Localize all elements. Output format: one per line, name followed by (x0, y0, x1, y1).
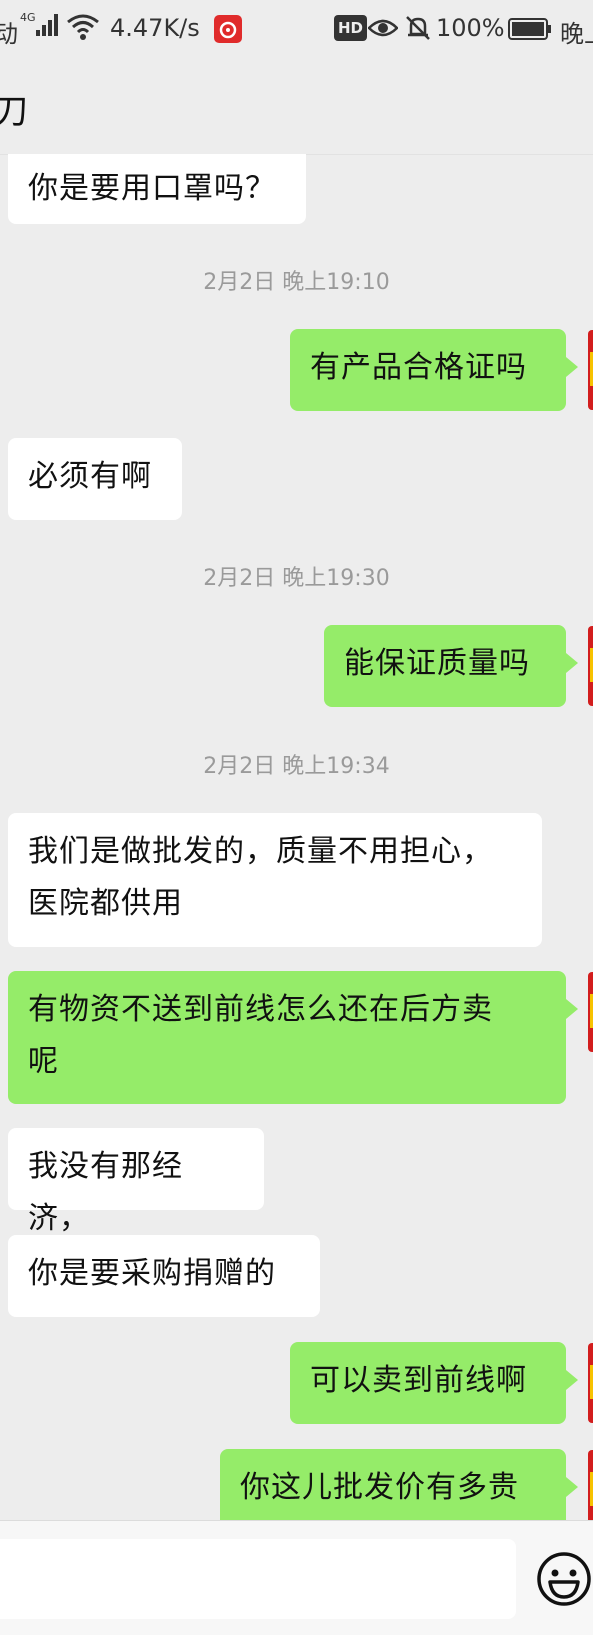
smiley-face-icon[interactable] (536, 1551, 592, 1607)
message-line: 我们是做批发的，质量不用担心， (28, 834, 493, 869)
network-speed: 4.47K/s (110, 14, 200, 42)
avatar[interactable] (588, 972, 593, 1052)
chat-title: 刀 (0, 92, 28, 132)
message-timestamp: 2月2日 晚上19:30 (203, 566, 390, 591)
battery-icon (508, 18, 552, 46)
carrier-label: 动 (0, 20, 18, 48)
network-type: 4G (20, 11, 36, 24)
eye-icon (367, 16, 399, 46)
message-incoming[interactable]: 你是要用口罩吗？ (8, 154, 306, 224)
avatar[interactable] (588, 1343, 593, 1423)
chat-header: 刀 (0, 62, 593, 155)
battery-percent: 100% (436, 14, 505, 42)
message-outgoing[interactable]: 有产品合格证吗 (290, 329, 578, 411)
message-incoming[interactable]: 你是要采购捐赠的 (8, 1235, 320, 1317)
message-timestamp: 2月2日 晚上19:34 (203, 754, 390, 779)
message-outgoing[interactable]: 能保证质量吗 (324, 625, 578, 707)
avatar[interactable] (588, 626, 593, 706)
hd-badge: HD (334, 15, 368, 41)
input-bar (0, 1520, 593, 1635)
avatar[interactable] (588, 1450, 593, 1530)
avatar[interactable] (588, 330, 593, 410)
mute-bell-icon (404, 14, 432, 48)
clock: 晚上 (560, 20, 593, 48)
message-incoming[interactable]: 我没有那经济， (8, 1128, 264, 1236)
message-line: 呢 (28, 1044, 59, 1079)
message-incoming[interactable]: 必须有啊 (8, 438, 182, 520)
message-outgoing[interactable]: 有物资不送到前线怎么还在后方卖 呢 (8, 971, 578, 1104)
status-bar: 动 4G 4.47K/s HD 100% 晚 (0, 0, 593, 62)
message-line: 医院都供用 (28, 886, 183, 921)
message-incoming[interactable]: 我们是做批发的，质量不用担心， 医院都供用 (8, 813, 542, 947)
message-outgoing[interactable]: 可以卖到前线啊 (290, 1342, 578, 1424)
message-input[interactable] (0, 1539, 516, 1619)
message-outgoing[interactable]: 你这儿批发价有多贵 (220, 1449, 578, 1531)
signal-icon: 4G (20, 10, 62, 46)
netease-music-icon (214, 15, 242, 49)
message-line: 有物资不送到前线怎么还在后方卖 (28, 992, 493, 1027)
wifi-icon (66, 12, 100, 48)
message-timestamp: 2月2日 晚上19:10 (203, 270, 390, 295)
